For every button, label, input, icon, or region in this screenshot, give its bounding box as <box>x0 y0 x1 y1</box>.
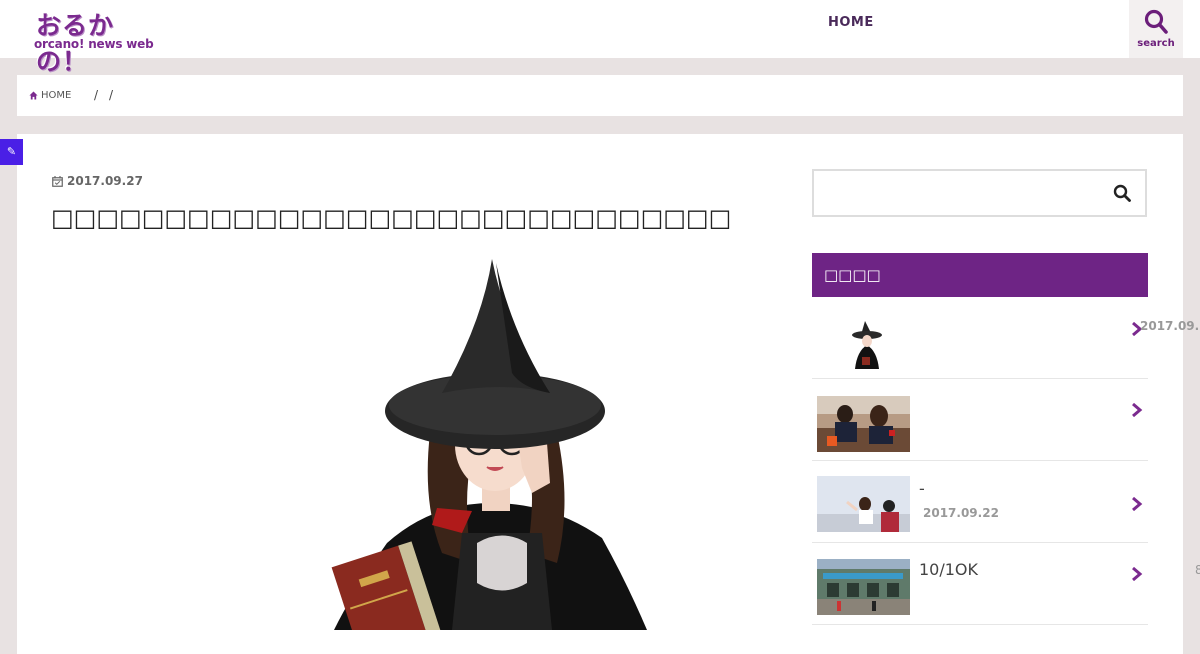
sidebar-post-item[interactable]: 2017.09.2 <box>812 305 1200 379</box>
sidebar-post-date: 2017.09.22 <box>923 506 999 520</box>
sidebar-post-text: - <box>919 479 925 498</box>
sidebar-post-item[interactable]: 10/1OK <box>812 543 1148 625</box>
sidebar-post-item[interactable]: - 2017.09.22 <box>812 461 1148 543</box>
post-date-text: 2017.09.27 <box>67 174 143 188</box>
header-search-button[interactable]: search <box>1129 0 1183 58</box>
nav-home-link[interactable]: HOME <box>828 15 874 30</box>
site-header: おるかの！ orcano! news web HOME search <box>0 0 1200 76</box>
chevron-right-icon[interactable] <box>1131 403 1143 417</box>
breadcrumb-separator: / <box>109 88 114 102</box>
pin-icon[interactable]: ✎ <box>0 139 23 165</box>
sidebar-post-text: 10/1OK <box>919 560 979 579</box>
post-thumbnail <box>817 396 910 452</box>
post-thumbnail <box>817 476 910 532</box>
home-icon <box>29 91 38 100</box>
breadcrumb-home[interactable]: HOME <box>29 90 71 101</box>
sidebar-widget-title: □□□□ <box>812 253 1148 297</box>
breadcrumb-home-label: HOME <box>41 90 72 101</box>
sidebar-edge-text: 8 <box>1195 563 1200 577</box>
chevron-right-icon[interactable] <box>1131 497 1143 511</box>
breadcrumb-separator: / <box>94 88 99 102</box>
post-hero-image <box>331 259 647 630</box>
sidebar-post-item[interactable] <box>812 379 1148 461</box>
breadcrumb: HOME / / <box>17 75 1183 116</box>
post-title: □□□□□□□□□□□□□□□□□□□□□□□□□□□□□□ <box>51 204 732 232</box>
search-icon[interactable] <box>1113 184 1131 202</box>
site-logo[interactable]: おるかの！ orcano! news web <box>34 6 159 76</box>
search-label: search <box>1137 38 1175 49</box>
post-thumbnail <box>817 559 910 615</box>
logo-subtitle: orcano! news web <box>34 37 154 51</box>
post-date: 2017.09.27 <box>52 174 143 188</box>
sidebar-post-date: 2017.09.2 <box>1140 319 1200 333</box>
post-thumbnail <box>817 313 910 369</box>
search-icon <box>1144 9 1168 34</box>
chevron-right-icon[interactable] <box>1131 567 1143 581</box>
sidebar-search-input[interactable] <box>812 169 1147 217</box>
calendar-icon <box>52 175 63 187</box>
